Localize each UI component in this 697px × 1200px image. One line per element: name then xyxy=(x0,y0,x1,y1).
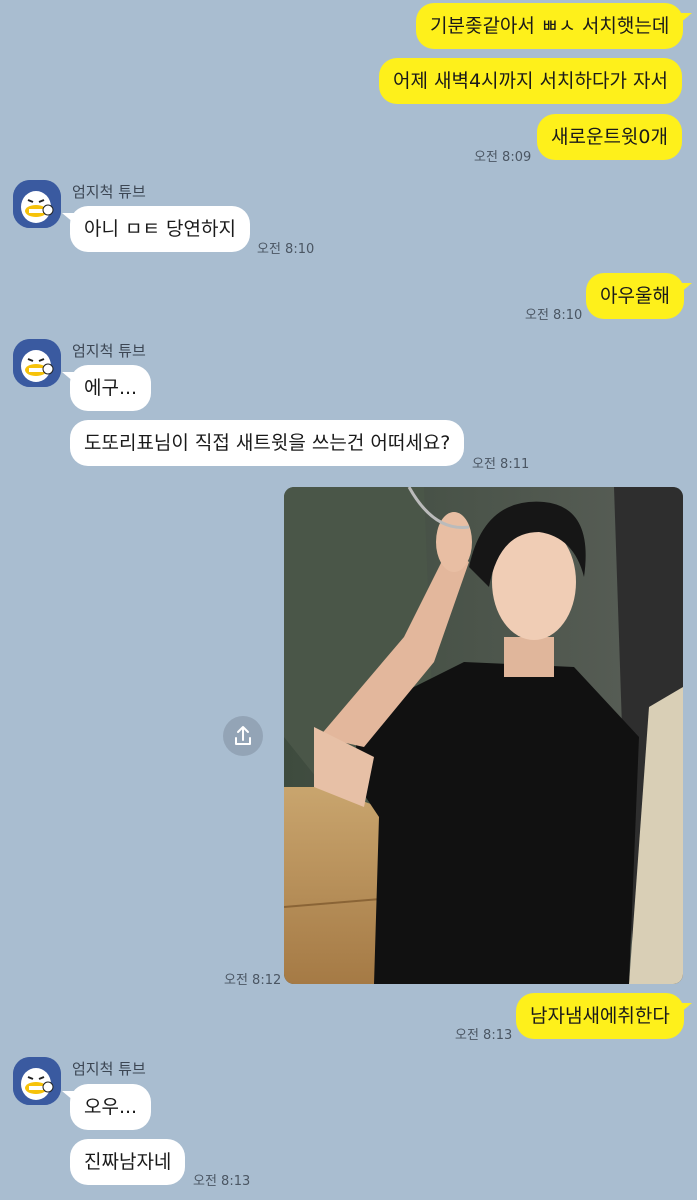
my-message-bubble[interactable]: 남자냄새에취한다 xyxy=(516,993,684,1039)
message-time: 오전 8:13 xyxy=(455,1028,513,1043)
contact-name: 엄지척 튜브 xyxy=(72,1060,146,1078)
photo-attachment[interactable] xyxy=(284,487,683,984)
message-time: 오전 8:12 xyxy=(224,973,282,988)
contact-message-bubble[interactable]: 아니 ㅁㅌ 당연하지 xyxy=(70,206,250,252)
message-text: 남자냄새에취한다 xyxy=(530,1005,670,1027)
my-message-bubble[interactable]: 새로운트윗0개 xyxy=(537,114,682,160)
contact-message-bubble[interactable]: 오우... xyxy=(70,1084,152,1130)
bubble-tail xyxy=(680,13,692,23)
tube-thumbs-up-icon xyxy=(13,1057,61,1105)
contact-avatar[interactable] xyxy=(13,1057,61,1105)
my-message-bubble[interactable]: 아우울해 xyxy=(586,273,684,319)
message-text: 도또리표님이 직접 새트윗을 쓰는건 어떠세요? xyxy=(84,432,451,454)
tube-thumbs-up-icon xyxy=(13,180,61,228)
message-time: 오전 8:13 xyxy=(193,1174,251,1189)
message-time: 오전 8:09 xyxy=(474,150,532,165)
message-text: 새로운트윗0개 xyxy=(551,126,668,148)
message-time: 오전 8:10 xyxy=(525,308,583,323)
person-photo-image xyxy=(284,487,683,984)
contact-name: 엄지척 튜브 xyxy=(72,342,146,360)
tube-thumbs-up-icon xyxy=(13,339,61,387)
message-text: 진짜남자네 xyxy=(84,1151,172,1173)
message-text: 오우... xyxy=(84,1096,138,1118)
my-message-bubble[interactable]: 기분좆같아서 ㅃㅅ 서치햇는데 xyxy=(416,3,684,49)
message-text: 기분좆같아서 ㅃㅅ 서치햇는데 xyxy=(430,15,670,37)
message-text: 에구... xyxy=(84,377,138,399)
contact-message-bubble[interactable]: 에구... xyxy=(70,365,152,411)
contact-avatar[interactable] xyxy=(13,339,61,387)
contact-name: 엄지척 튜브 xyxy=(72,183,146,201)
bubble-tail xyxy=(680,283,692,293)
contact-message-bubble[interactable]: 도또리표님이 직접 새트윗을 쓰는건 어떠세요? xyxy=(70,420,465,466)
message-text: 아우울해 xyxy=(600,285,670,307)
message-text: 어제 새벽4시까지 서치하다가 자서 xyxy=(393,70,668,92)
share-icon xyxy=(235,726,251,745)
message-text: 아니 ㅁㅌ 당연하지 xyxy=(84,218,236,240)
share-button[interactable] xyxy=(223,716,263,756)
bubble-tail xyxy=(680,1003,692,1013)
contact-message-bubble[interactable]: 진짜남자네 xyxy=(70,1139,186,1185)
message-time: 오전 8:10 xyxy=(257,242,315,257)
contact-avatar[interactable] xyxy=(13,180,61,228)
my-message-bubble[interactable]: 어제 새벽4시까지 서치하다가 자서 xyxy=(379,58,682,104)
message-time: 오전 8:11 xyxy=(472,457,530,472)
